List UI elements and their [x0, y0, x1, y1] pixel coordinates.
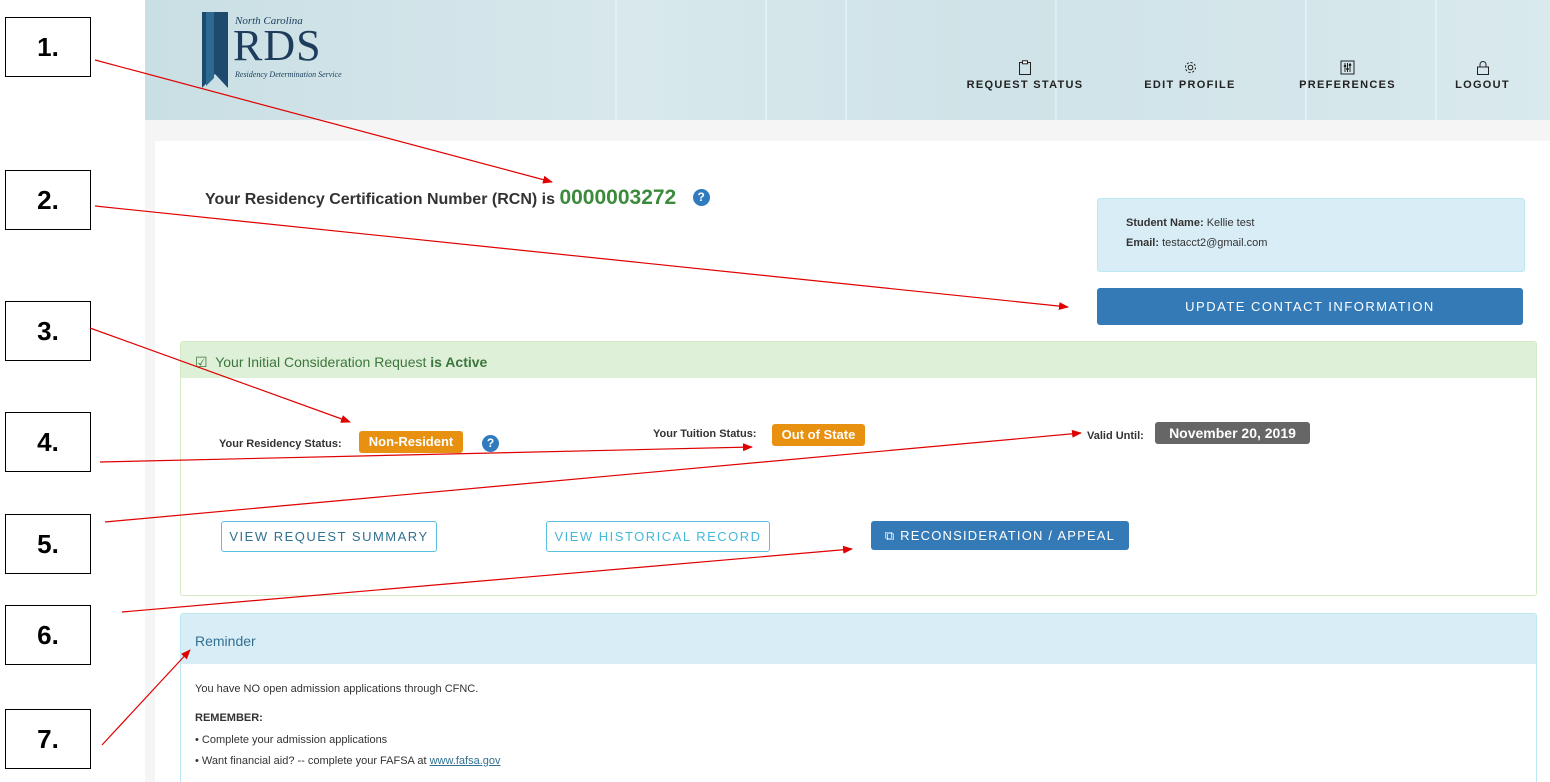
reminder-panel: Reminder You have NO open admission appl… — [180, 613, 1537, 782]
student-email-row: Email: testacct2@gmail.com — [1126, 237, 1267, 249]
remember-label: REMEMBER: — [195, 712, 263, 724]
callout-4: 4. — [5, 412, 91, 472]
logo-subtitle: Residency Determination Service — [235, 70, 342, 79]
view-historical-record-button[interactable]: VIEW HISTORICAL RECORD — [546, 521, 770, 552]
student-email-label: Email: — [1126, 237, 1160, 249]
nav-preferences[interactable]: PREFERENCES — [1290, 60, 1405, 91]
callout-6: 6. — [5, 605, 91, 665]
rds-logo[interactable]: North Carolina RDS Residency Determinati… — [200, 10, 400, 90]
main-content: Your Residency Certification Number (RCN… — [155, 141, 1550, 782]
gear-icon — [1184, 62, 1196, 73]
nav-label: EDIT PROFILE — [1144, 79, 1236, 91]
nav-request-status[interactable]: REQUEST STATUS — [960, 60, 1090, 91]
residency-help-icon[interactable]: ? — [482, 435, 499, 452]
nav-label: REQUEST STATUS — [966, 79, 1084, 91]
ribbon-icon — [202, 12, 228, 88]
student-email: testacct2@gmail.com — [1162, 237, 1268, 249]
view-request-summary-button[interactable]: VIEW REQUEST SUMMARY — [221, 521, 437, 552]
update-contact-button[interactable]: UPDATE CONTACT INFORMATION — [1097, 288, 1523, 325]
fafsa-link[interactable]: www.fafsa.gov — [430, 755, 501, 767]
student-name-row: Student Name: Kellie test — [1126, 217, 1254, 229]
recon-label: RECONSIDERATION / APPEAL — [900, 528, 1116, 543]
callout-1: 1. — [5, 17, 91, 77]
reconsideration-appeal-button[interactable]: ⧉ RECONSIDERATION / APPEAL — [871, 521, 1129, 550]
reminder-bullet-1: • Complete your admission applications — [195, 734, 388, 746]
callout-3: 3. — [5, 301, 91, 361]
valid-until-date: November 20, 2019 — [1155, 422, 1310, 444]
student-name: Kellie test — [1206, 217, 1255, 229]
clipboard-icon — [1019, 60, 1031, 75]
logo-title: RDS — [233, 21, 322, 70]
external-link-icon: ⧉ — [884, 528, 896, 543]
tuition-status-label: Your Tuition Status: — [653, 428, 757, 440]
nav-label: PREFERENCES — [1299, 79, 1396, 91]
rds-app: North Carolina RDS Residency Determinati… — [145, 0, 1550, 782]
rcn-label: Your Residency Certification Number (RCN… — [205, 191, 555, 208]
reminder-heading: Reminder — [181, 614, 1536, 664]
reminder-bullet-2: • Want financial aid? -- complete your F… — [195, 755, 501, 767]
nav-logout[interactable]: LOGOUT — [1445, 60, 1520, 91]
lock-icon — [1476, 61, 1489, 75]
residency-status-badge: Non-Resident — [359, 431, 463, 453]
request-panel-heading: ☑ Your Initial Consideration Request is … — [181, 342, 1536, 378]
nav-label: LOGOUT — [1455, 79, 1510, 91]
check-square-icon: ☑ — [195, 354, 208, 370]
site-header: North Carolina RDS Residency Determinati… — [145, 0, 1550, 120]
tuition-status-badge: Out of State — [772, 424, 865, 446]
sliders-icon — [1340, 60, 1355, 75]
rcn-help-icon[interactable]: ? — [692, 189, 710, 207]
rcn-line: Your Residency Certification Number (RCN… — [205, 186, 710, 210]
valid-until-label: Valid Until: — [1087, 430, 1144, 442]
callout-2: 2. — [5, 170, 91, 230]
reminder-line: You have NO open admission applications … — [195, 683, 479, 695]
callout-5: 5. — [5, 514, 91, 574]
callout-7: 7. — [5, 709, 91, 769]
residency-status-label: Your Residency Status: — [219, 438, 342, 450]
request-active-status: is Active — [430, 354, 488, 370]
nav-edit-profile[interactable]: EDIT PROFILE — [1135, 60, 1245, 91]
student-info-box: Student Name: Kellie test Email: testacc… — [1097, 198, 1525, 272]
request-panel: ☑ Your Initial Consideration Request is … — [180, 341, 1537, 596]
rcn-number: 0000003272 — [559, 186, 677, 209]
student-name-label: Student Name: — [1126, 217, 1204, 229]
request-heading: Your Initial Consideration Request — [215, 354, 427, 370]
